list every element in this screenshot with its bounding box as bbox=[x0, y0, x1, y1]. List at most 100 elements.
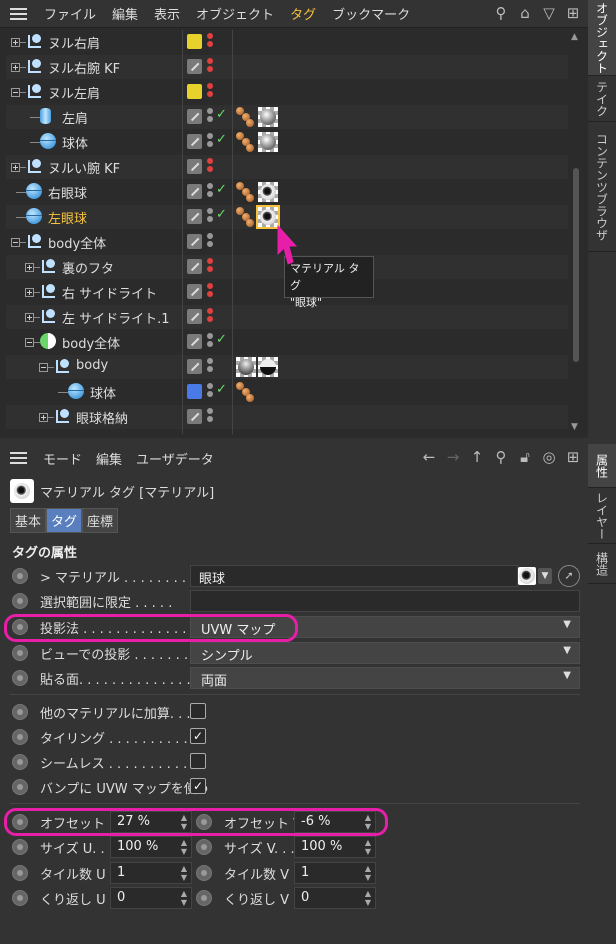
edit-icon[interactable] bbox=[187, 334, 202, 349]
enabled-check-icon[interactable]: ✓ bbox=[216, 107, 227, 122]
edit-icon[interactable] bbox=[187, 284, 202, 299]
edit-icon[interactable] bbox=[187, 259, 202, 274]
enabled-check-icon[interactable]: ✓ bbox=[216, 132, 227, 147]
object-name[interactable]: ヌル左肩 bbox=[48, 83, 100, 102]
lock-icon[interactable]: 🔓︎ bbox=[516, 448, 534, 466]
add-material-checkbox[interactable] bbox=[190, 703, 206, 719]
object-name[interactable]: 右眼球 bbox=[48, 183, 87, 202]
eye-material-tag-icon[interactable] bbox=[258, 182, 278, 202]
tiling-checkbox[interactable]: ✓ bbox=[190, 728, 206, 744]
body-material-tag-icon[interactable] bbox=[236, 357, 256, 377]
side-tab-take[interactable]: テイク bbox=[588, 76, 616, 122]
material-link-field[interactable]: 眼球 bbox=[190, 565, 518, 587]
stepper-icon[interactable]: ▲ ▼ bbox=[365, 864, 371, 882]
enabled-check-icon[interactable]: ✓ bbox=[216, 382, 227, 397]
animate-radio[interactable] bbox=[12, 779, 28, 795]
expand-icon[interactable] bbox=[25, 263, 34, 272]
stepper-icon[interactable]: ▲ ▼ bbox=[365, 838, 371, 856]
hamburger-menu-icon[interactable] bbox=[0, 0, 36, 28]
object-name[interactable]: 球体 bbox=[62, 133, 88, 152]
tree-row[interactable]: ヌル右腕 KF bbox=[6, 55, 568, 79]
constraint-tag-icon[interactable] bbox=[236, 182, 256, 202]
visibility-dots-icon[interactable] bbox=[207, 383, 213, 401]
hamburger-menu-icon[interactable] bbox=[0, 444, 36, 472]
repeat-v-input[interactable]: 0 ▲ ▼ bbox=[294, 887, 376, 909]
tree-row[interactable]: 左肩 ✓ bbox=[6, 105, 568, 129]
animate-radio[interactable] bbox=[12, 593, 28, 609]
side-tab-content-browser[interactable]: コンテンツブラウザ bbox=[588, 122, 616, 252]
menu-edit[interactable]: 編集 bbox=[104, 4, 146, 23]
constraint-tag-icon[interactable] bbox=[236, 107, 256, 127]
material-tag-icon[interactable] bbox=[258, 132, 278, 152]
visibility-dots-icon[interactable] bbox=[207, 108, 213, 126]
menu-mode[interactable]: モード bbox=[36, 449, 89, 468]
menu-bookmark[interactable]: ブックマーク bbox=[324, 4, 418, 23]
scrollbar-thumb[interactable] bbox=[573, 168, 579, 362]
layer-color-swatch[interactable] bbox=[187, 384, 202, 399]
animate-radio[interactable] bbox=[12, 670, 28, 686]
object-name[interactable]: ヌルい腕 KF bbox=[48, 158, 120, 177]
constraint-tag-icon[interactable] bbox=[236, 207, 256, 227]
chevron-right-icon[interactable]: > bbox=[40, 571, 55, 586]
material-tag-icon[interactable] bbox=[258, 107, 278, 127]
repeat-u-input[interactable]: 0 ▲ ▼ bbox=[110, 887, 192, 909]
edit-icon[interactable] bbox=[187, 184, 202, 199]
filter-icon[interactable]: ▽ bbox=[540, 4, 558, 22]
animate-radio[interactable] bbox=[12, 729, 28, 745]
tree-row[interactable]: ヌルい腕 KF bbox=[6, 155, 568, 179]
menu-edit[interactable]: 編集 bbox=[89, 449, 129, 468]
animate-radio[interactable] bbox=[12, 839, 28, 855]
expand-icon[interactable] bbox=[11, 63, 20, 72]
animate-radio[interactable] bbox=[12, 890, 28, 906]
expand-icon[interactable] bbox=[39, 413, 48, 422]
object-name[interactable]: 左眼球 bbox=[48, 208, 87, 227]
visibility-dots-icon[interactable] bbox=[207, 308, 213, 326]
layer-color-swatch[interactable] bbox=[187, 34, 202, 49]
object-name[interactable]: body全体 bbox=[48, 233, 106, 252]
tree-row[interactable]: 球体 ✓ bbox=[6, 130, 568, 154]
side-tab-objects[interactable]: オブジェクト bbox=[588, 0, 616, 76]
side-tab-layers[interactable]: レイヤー bbox=[588, 488, 616, 544]
scroll-down-icon[interactable]: ▼ bbox=[571, 422, 578, 432]
body-material-tag-icon[interactable] bbox=[258, 357, 278, 377]
tab-tag[interactable]: タグ bbox=[46, 508, 83, 533]
tree-row[interactable]: body全体 ✓ bbox=[6, 330, 568, 354]
object-name[interactable]: 眼球格納 bbox=[76, 408, 128, 427]
visibility-dots-icon[interactable] bbox=[207, 233, 213, 251]
visibility-dots-icon[interactable] bbox=[207, 133, 213, 151]
home-icon[interactable]: ⌂ bbox=[516, 4, 534, 22]
visibility-dots-icon[interactable] bbox=[207, 208, 213, 226]
menu-userdata[interactable]: ユーザデータ bbox=[129, 449, 221, 468]
forward-arrow-icon[interactable]: → bbox=[444, 448, 462, 466]
object-name[interactable]: 右 サイドライト bbox=[62, 283, 157, 302]
visibility-dots-icon[interactable] bbox=[207, 158, 213, 176]
search-icon[interactable]: ⚲ bbox=[492, 448, 510, 466]
stepper-icon[interactable]: ▲ ▼ bbox=[365, 889, 371, 907]
collapse-icon[interactable] bbox=[39, 363, 48, 372]
expand-icon[interactable] bbox=[11, 163, 20, 172]
edit-icon[interactable] bbox=[187, 134, 202, 149]
animate-radio[interactable] bbox=[12, 754, 28, 770]
edit-icon[interactable] bbox=[187, 109, 202, 124]
expand-icon[interactable] bbox=[25, 313, 34, 322]
scroll-up-icon[interactable]: ▲ bbox=[571, 32, 578, 42]
menu-view[interactable]: 表示 bbox=[146, 4, 188, 23]
bump-uvw-checkbox[interactable]: ✓ bbox=[190, 778, 206, 794]
animate-radio[interactable] bbox=[196, 890, 212, 906]
visibility-dots-icon[interactable] bbox=[207, 358, 213, 376]
animate-radio[interactable] bbox=[196, 839, 212, 855]
side-tab-attributes[interactable]: 属性 bbox=[588, 444, 616, 488]
edit-icon[interactable] bbox=[187, 309, 202, 324]
edit-icon[interactable] bbox=[187, 209, 202, 224]
visibility-dots-icon[interactable] bbox=[207, 333, 213, 351]
animate-radio[interactable] bbox=[12, 704, 28, 720]
enabled-check-icon[interactable]: ✓ bbox=[216, 332, 227, 347]
visibility-dots-icon[interactable] bbox=[207, 83, 213, 101]
object-name[interactable]: 球体 bbox=[90, 383, 116, 402]
edit-icon[interactable] bbox=[187, 59, 202, 74]
side-tab-structure[interactable]: 構造 bbox=[588, 544, 616, 584]
edit-icon[interactable] bbox=[187, 409, 202, 424]
constraint-tag-icon[interactable] bbox=[236, 382, 256, 402]
constraint-tag-icon[interactable] bbox=[236, 132, 256, 152]
animate-radio[interactable] bbox=[12, 568, 28, 584]
